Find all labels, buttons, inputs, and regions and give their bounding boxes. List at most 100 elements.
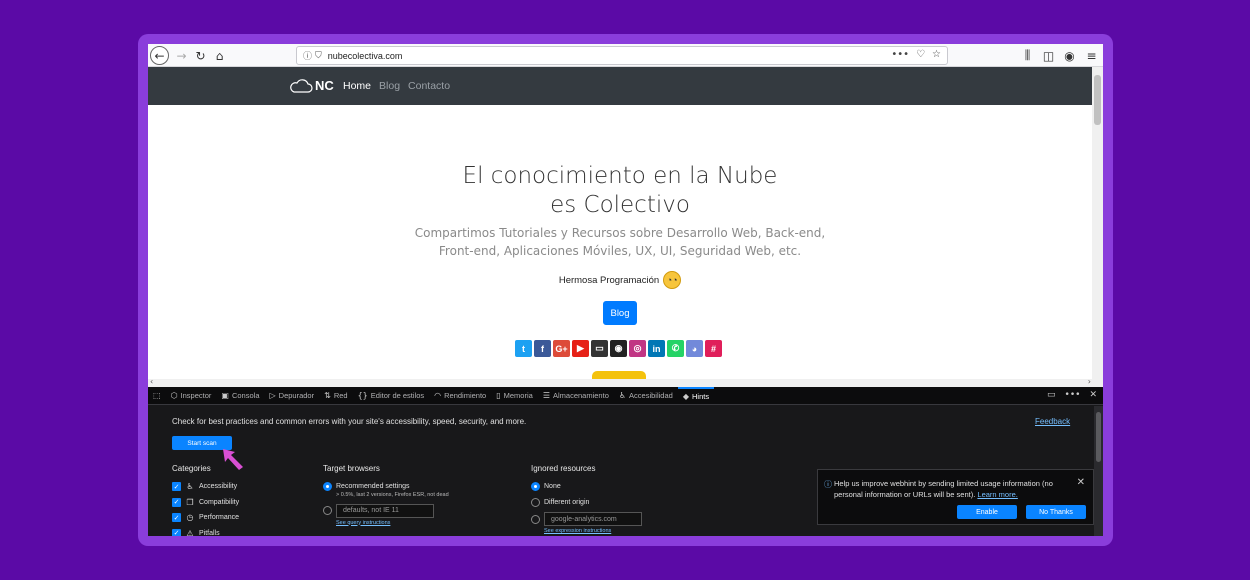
url-text[interactable]: nubecolectiva.com bbox=[328, 51, 403, 61]
scroll-right-icon[interactable]: › bbox=[1088, 377, 1091, 386]
checkbox-checked-icon[interactable]: ✓ bbox=[172, 482, 181, 492]
url-bar[interactable]: ⓘ ⛉ nubecolectiva.com ••• ♡ ☆ bbox=[296, 46, 948, 65]
browsers-query-input[interactable]: defaults, not IE 11 bbox=[336, 503, 434, 518]
category-compatibility[interactable]: ✓ ❐ Compatibility bbox=[172, 495, 239, 511]
tab-hints[interactable]: ◆ Hints bbox=[677, 386, 715, 405]
reload-icon[interactable]: ↻ bbox=[191, 46, 210, 65]
categories-title: Categories bbox=[172, 464, 211, 473]
tagline-text: Hermosa Programación bbox=[558, 274, 660, 286]
devtools-scrollbar[interactable] bbox=[1094, 406, 1103, 536]
notice-close-icon[interactable]: ✕ bbox=[1077, 477, 1085, 488]
recommended-sub: > 0.5%, last 2 versions, Firefox ESR, no… bbox=[336, 491, 449, 498]
scrollbar-thumb[interactable] bbox=[1094, 75, 1101, 125]
social-links: t f G+ ▶ ▭ ◉ ◎ in ✆ ◕ # bbox=[515, 340, 722, 357]
nav-home[interactable]: Home bbox=[343, 80, 371, 92]
youtube-icon[interactable]: ▶ bbox=[572, 340, 589, 357]
discord-icon[interactable]: ◕ bbox=[686, 340, 703, 357]
checkbox-checked-icon[interactable]: ✓ bbox=[172, 528, 181, 536]
video-icon[interactable]: ▭ bbox=[591, 340, 608, 357]
tab-inspector[interactable]: ⬡ Inspector bbox=[166, 387, 217, 405]
blog-button[interactable]: Blog bbox=[603, 301, 637, 325]
query-instructions-link[interactable]: See query instructions bbox=[336, 520, 449, 526]
element-picker-icon[interactable]: ⬚ bbox=[148, 387, 166, 405]
ignored-different-option[interactable]: Different origin bbox=[531, 495, 642, 511]
facebook-icon[interactable]: f bbox=[534, 340, 551, 357]
hero-subtitle-line2: Front-end, Aplicaciones Móviles, UX, UI,… bbox=[438, 244, 802, 258]
notice-message: Help us improve webhint by sending limit… bbox=[834, 478, 1069, 500]
menu-icon[interactable]: ≡ bbox=[1082, 46, 1101, 65]
feedback-link[interactable]: Feedback bbox=[1035, 417, 1070, 426]
slack-icon[interactable]: # bbox=[705, 340, 722, 357]
tab-memoria[interactable]: ▯ Memoria bbox=[491, 387, 538, 405]
checkbox-checked-icon[interactable]: ✓ bbox=[172, 513, 181, 523]
whatsapp-icon[interactable]: ✆ bbox=[667, 340, 684, 357]
ignored-different-radio[interactable] bbox=[531, 497, 540, 507]
tab-editor-de-estilos[interactable]: {} Editor de estilos bbox=[353, 387, 430, 405]
category-label: Performance bbox=[199, 514, 240, 522]
library-icon[interactable]: ⫼ bbox=[1018, 46, 1037, 65]
dock-icon[interactable]: ▭ bbox=[1047, 390, 1056, 400]
category-performance[interactable]: ✓ ◷ Performance bbox=[172, 510, 239, 526]
google-plus-icon[interactable]: G+ bbox=[553, 340, 570, 357]
more-icon[interactable]: ••• bbox=[891, 49, 909, 60]
ignored-expression-input[interactable]: google-analytics.com bbox=[544, 512, 642, 526]
instagram-icon[interactable]: ◎ bbox=[629, 340, 646, 357]
hero-title-line1: El conocimiento en la Nube bbox=[462, 163, 778, 189]
forward-icon[interactable]: → bbox=[172, 46, 191, 65]
checkbox-checked-icon[interactable]: ✓ bbox=[172, 497, 181, 507]
nav-contacto[interactable]: Contacto bbox=[408, 80, 450, 92]
category-pitfalls[interactable]: ✓ ⚠ Pitfalls bbox=[172, 526, 239, 536]
sidebar-icon[interactable]: ◫ bbox=[1039, 46, 1058, 65]
star-icon[interactable]: ☆ bbox=[932, 49, 941, 60]
category-icon: ◷ bbox=[186, 513, 194, 523]
scroll-left-icon[interactable]: ‹ bbox=[150, 377, 153, 386]
pocket-icon[interactable]: ♡ bbox=[916, 49, 925, 60]
twitter-icon[interactable]: t bbox=[515, 340, 532, 357]
shield-icon[interactable]: ⛉ bbox=[315, 51, 322, 61]
linkedin-icon[interactable]: in bbox=[648, 340, 665, 357]
devtools-scrollbar-thumb[interactable] bbox=[1096, 412, 1101, 462]
tab-label: Almacenamiento bbox=[553, 391, 609, 400]
nav-blog[interactable]: Blog bbox=[379, 80, 400, 92]
home-icon[interactable]: ⌂ bbox=[210, 46, 229, 65]
custom-browsers-radio[interactable] bbox=[323, 506, 332, 515]
categories-section: Categories ✓ ♿ Accessibility ✓ ❐ Compatibilit… bbox=[172, 464, 239, 536]
recommended-radio[interactable] bbox=[323, 482, 332, 492]
ignored-custom-radio[interactable] bbox=[531, 514, 540, 524]
tab-accesibilidad[interactable]: ♿ Accesibilidad bbox=[614, 387, 678, 405]
tab-consola[interactable]: ▣ Consola bbox=[216, 387, 264, 405]
category-label: Pitfalls bbox=[199, 529, 220, 536]
ignored-none-label: None bbox=[544, 483, 561, 491]
devtools-close-icon[interactable]: ✕ bbox=[1089, 390, 1097, 400]
devtools-more-icon[interactable]: ••• bbox=[1065, 390, 1081, 400]
ignored-none-radio[interactable] bbox=[531, 482, 540, 492]
hints-description: Check for best practices and common erro… bbox=[172, 417, 527, 426]
ignored-resources-title: Ignored resources bbox=[531, 464, 596, 473]
learn-more-link[interactable]: Learn more. bbox=[977, 490, 1017, 499]
category-label: Accessibility bbox=[199, 483, 238, 491]
tab-red[interactable]: ⇅ Red bbox=[319, 387, 352, 405]
info-icon[interactable]: ⓘ bbox=[303, 49, 312, 62]
custom-browsers-option[interactable]: defaults, not IE 11 bbox=[323, 502, 449, 520]
back-icon[interactable]: ← bbox=[150, 46, 169, 65]
ignored-different-label: Different origin bbox=[544, 498, 590, 506]
expression-instructions-link[interactable]: See expression instructions bbox=[544, 528, 642, 534]
enable-button[interactable]: Enable bbox=[957, 505, 1017, 519]
tab-label: Consola bbox=[231, 391, 260, 400]
account-icon[interactable]: ◉ bbox=[1060, 46, 1079, 65]
tab-rendimiento[interactable]: ◠ Rendimiento bbox=[429, 387, 491, 405]
tab-almacenamiento[interactable]: ☰ Almacenamiento bbox=[538, 387, 614, 405]
site-logo[interactable]: NC bbox=[289, 78, 334, 93]
no-thanks-button[interactable]: No Thanks bbox=[1026, 505, 1086, 519]
category-accessibility[interactable]: ✓ ♿ Accessibility bbox=[172, 479, 239, 495]
tab-depurador[interactable]: ▷ Depurador bbox=[265, 387, 320, 405]
tab-label: Red bbox=[333, 391, 348, 400]
page-scrollbar[interactable] bbox=[1092, 67, 1103, 379]
site-nav: Home Blog Contacto bbox=[343, 80, 450, 92]
github-icon[interactable]: ◉ bbox=[610, 340, 627, 357]
tab-icon: ▯ bbox=[496, 391, 501, 400]
target-browsers-title: Target browsers bbox=[323, 464, 380, 473]
devtools-panel: ⬚ ⬡ Inspector ▣ Consola ▷ Depurador ⇅ Red{} Edit… bbox=[148, 386, 1103, 536]
ignored-none-option[interactable]: None bbox=[531, 479, 642, 495]
ignored-custom-option[interactable]: google-analytics.com bbox=[531, 510, 642, 528]
